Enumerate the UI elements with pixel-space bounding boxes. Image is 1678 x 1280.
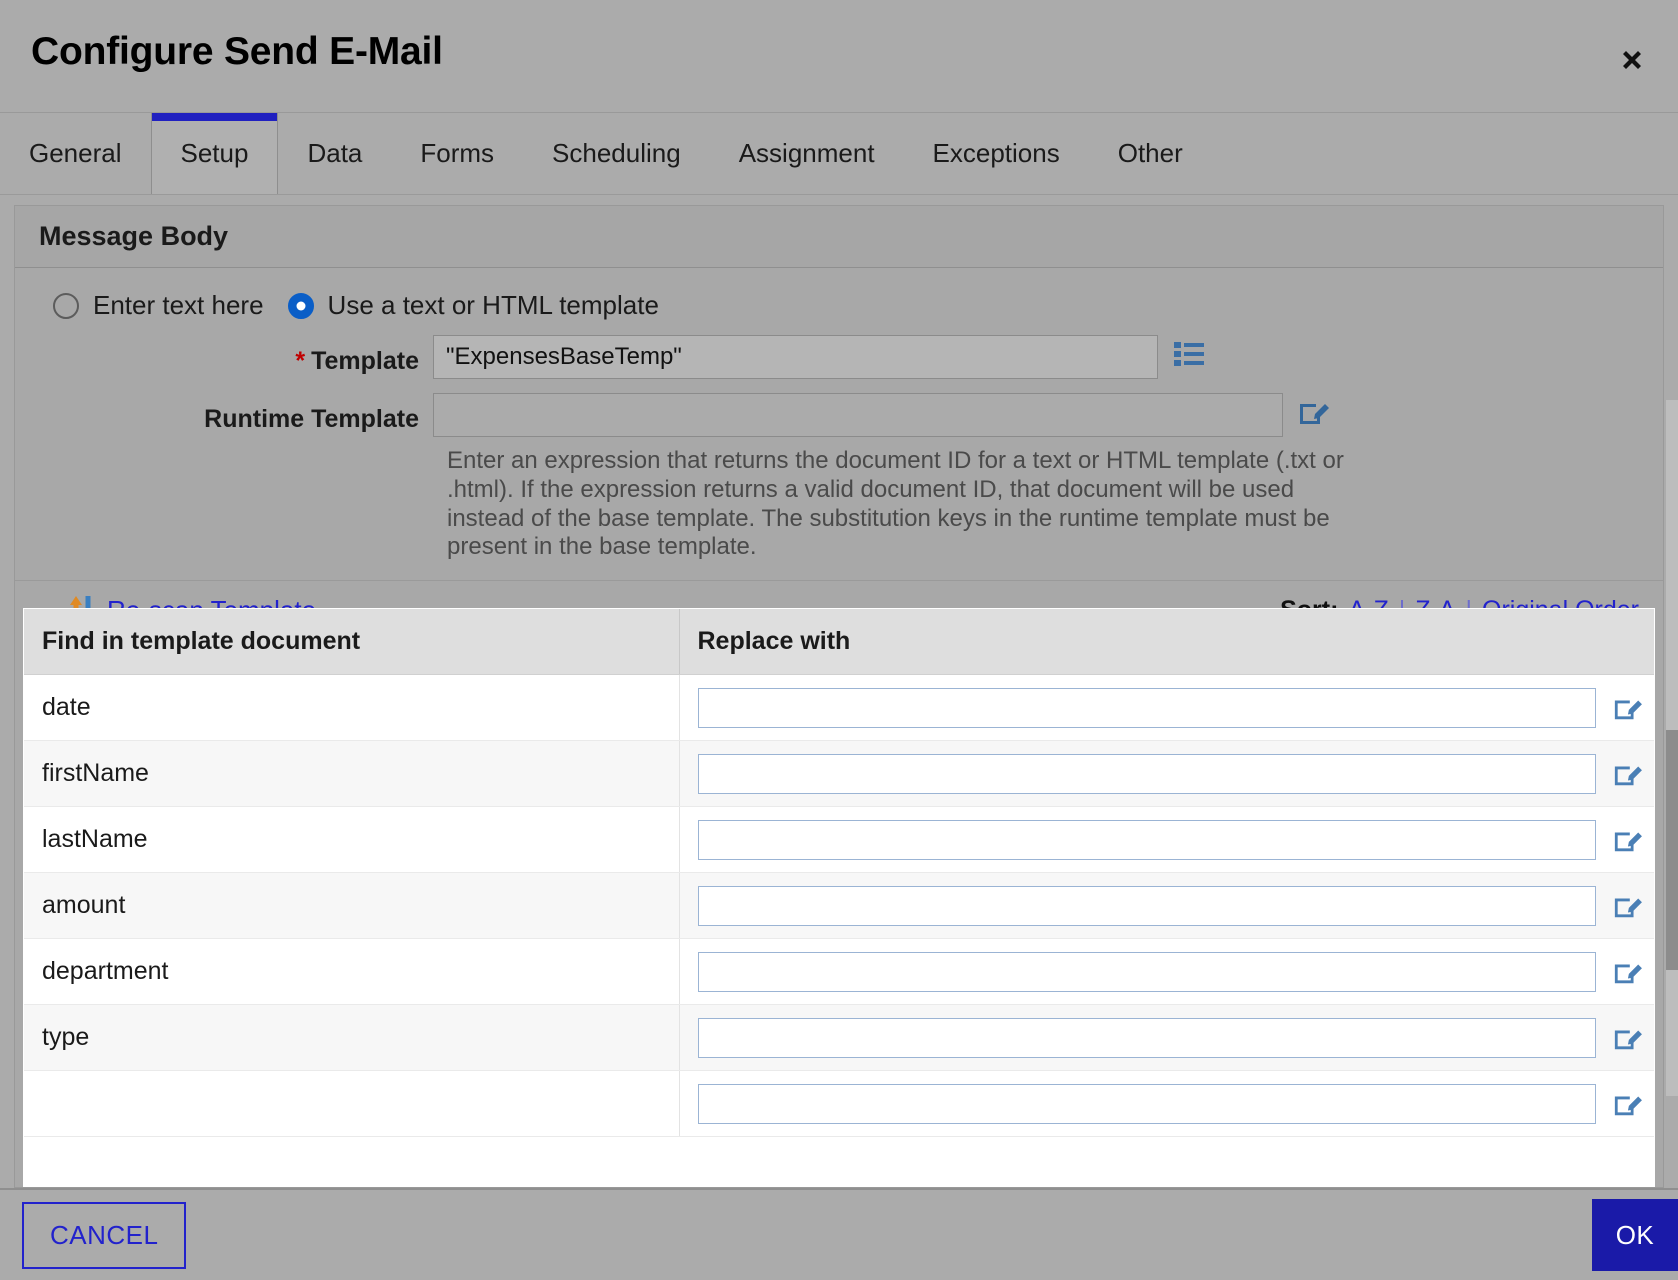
substitutions-table-container: Find in template document Replace with d… <box>23 608 1655 1187</box>
edit-pencil-icon[interactable] <box>1612 1090 1642 1118</box>
replace-cell <box>697 753 1655 794</box>
page-title: Configure Send E-Mail <box>31 30 443 73</box>
scrollbar-track[interactable] <box>1666 400 1678 1096</box>
replace-cell <box>697 1083 1655 1124</box>
cancel-button[interactable]: CANCEL <box>22 1201 187 1269</box>
replace-cell <box>697 885 1655 926</box>
tab-label: Exceptions <box>932 138 1060 168</box>
tab-exceptions[interactable]: Exceptions <box>904 113 1089 194</box>
section-header-message-body: Message Body <box>15 206 1663 268</box>
radio-indicator <box>53 292 79 319</box>
find-cell: date <box>24 674 680 741</box>
replace-cell <box>697 951 1655 992</box>
table-header-row: Find in template document Replace with <box>24 609 1654 675</box>
column-header-replace: Replace with <box>679 609 1654 675</box>
ok-button[interactable]: OK <box>1592 1199 1678 1271</box>
find-cell: firstName <box>24 740 680 807</box>
find-cell: amount <box>24 872 680 939</box>
close-icon[interactable] <box>1610 38 1654 82</box>
replace-cell <box>697 819 1655 860</box>
find-cell: type <box>24 1004 680 1071</box>
edit-pencil-icon[interactable] <box>1612 694 1642 722</box>
dialog-content: Message Body Enter text here Use a text … <box>0 195 1678 1188</box>
list-icon[interactable] <box>1172 339 1206 369</box>
required-marker: * <box>295 347 306 375</box>
radio-indicator <box>287 292 314 319</box>
tab-forms[interactable]: Forms <box>391 113 523 194</box>
message-body-panel: Message Body Enter text here Use a text … <box>14 205 1664 1188</box>
tab-label: General <box>29 138 122 168</box>
template-label-text: Template <box>311 347 419 375</box>
edit-pencil-icon[interactable] <box>1612 760 1642 788</box>
table-row: department <box>24 938 1655 1005</box>
replace-input[interactable] <box>697 885 1596 926</box>
template-label: * Template <box>53 335 433 376</box>
scrollbar-thumb[interactable] <box>1666 730 1678 970</box>
tab-label: Assignment <box>738 138 875 168</box>
tab-scheduling[interactable]: Scheduling <box>523 113 710 194</box>
table-row: type <box>24 1004 1655 1071</box>
runtime-template-row: Runtime Template <box>15 393 1663 437</box>
tab-data[interactable]: Data <box>278 113 391 194</box>
template-input[interactable] <box>433 335 1158 379</box>
substitutions-table: Find in template document Replace with d… <box>24 609 1654 1137</box>
replace-cell <box>697 1017 1655 1058</box>
tab-label: Other <box>1117 138 1183 168</box>
tab-label: Scheduling <box>552 138 681 168</box>
edit-pencil-icon[interactable] <box>1297 397 1329 427</box>
find-cell <box>24 1070 680 1137</box>
find-cell: department <box>24 938 680 1005</box>
tab-assignment[interactable]: Assignment <box>710 113 904 194</box>
tab-label: Forms <box>420 138 495 168</box>
table-row: amount <box>24 872 1655 939</box>
dialog-footer: CANCEL OK <box>0 1188 1678 1280</box>
edit-pencil-icon[interactable] <box>1612 958 1642 986</box>
replace-input[interactable] <box>697 753 1596 794</box>
tab-bar: General Setup Data Forms Scheduling Assi… <box>0 113 1678 195</box>
replace-input[interactable] <box>697 1083 1596 1124</box>
tab-other[interactable]: Other <box>1089 113 1212 194</box>
replace-input[interactable] <box>697 1017 1596 1058</box>
edit-pencil-icon[interactable] <box>1612 892 1642 920</box>
table-row: lastName <box>24 806 1655 873</box>
table-row <box>24 1070 1655 1137</box>
tab-label: Data <box>307 138 363 168</box>
runtime-template-help-text: Enter an expression that returns the doc… <box>447 447 1344 561</box>
tab-general[interactable]: General <box>0 113 151 194</box>
radio-enter-text-here[interactable]: Enter text here <box>53 290 264 321</box>
radio-label: Enter text here <box>93 290 264 320</box>
runtime-template-input[interactable] <box>433 393 1283 437</box>
message-body-source-radiogroup: Enter text here Use a text or HTML templ… <box>15 268 1663 321</box>
radio-label: Use a text or HTML template <box>327 290 659 320</box>
tab-label: Setup <box>180 138 249 168</box>
replace-input[interactable] <box>697 951 1596 992</box>
replace-input[interactable] <box>697 819 1596 860</box>
column-header-find: Find in template document <box>24 609 680 675</box>
find-cell: lastName <box>24 806 680 873</box>
edit-pencil-icon[interactable] <box>1612 826 1642 854</box>
edit-pencil-icon[interactable] <box>1612 1024 1642 1052</box>
replace-cell <box>697 687 1655 728</box>
replace-input[interactable] <box>697 687 1596 728</box>
template-row: * Template <box>15 335 1663 379</box>
radio-use-template[interactable]: Use a text or HTML template <box>287 290 659 321</box>
runtime-template-label: Runtime Template <box>204 405 419 433</box>
table-row: date <box>24 674 1655 741</box>
tab-setup[interactable]: Setup <box>150 113 279 194</box>
configure-send-email-dialog: Configure Send E-Mail General Setup Data… <box>0 0 1678 1280</box>
table-row: firstName <box>24 740 1655 807</box>
dialog-titlebar: Configure Send E-Mail <box>0 0 1678 113</box>
